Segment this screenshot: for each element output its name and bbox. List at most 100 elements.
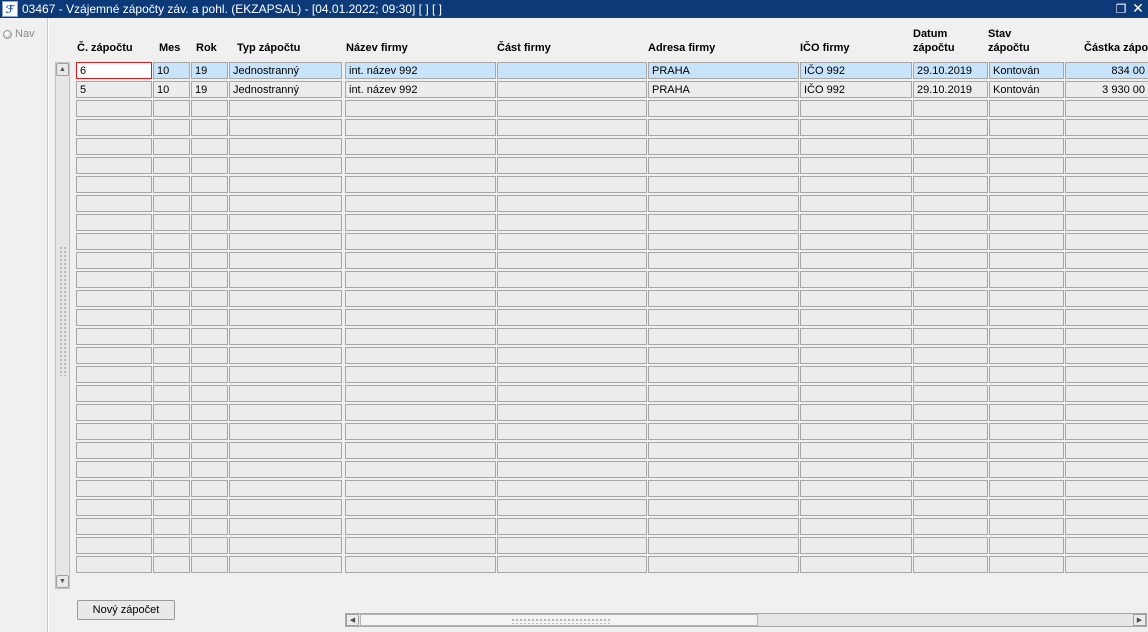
cell-adresa[interactable]: PRAHA — [648, 81, 799, 98]
cell-datum[interactable]: 29.10.2019 — [913, 62, 988, 79]
cell-cislo[interactable] — [76, 480, 152, 497]
cell-ico[interactable]: IČO 992 — [800, 81, 912, 98]
cell-ico[interactable] — [800, 252, 912, 269]
cell-datum[interactable] — [913, 119, 988, 136]
cell-typ[interactable] — [229, 556, 342, 573]
cell-adresa[interactable] — [648, 176, 799, 193]
cell-ico[interactable] — [800, 556, 912, 573]
scroll-up-icon[interactable]: ▲ — [56, 63, 69, 76]
cell-typ[interactable] — [229, 138, 342, 155]
cell-typ[interactable] — [229, 461, 342, 478]
cell-datum[interactable] — [913, 252, 988, 269]
cell-datum[interactable] — [913, 423, 988, 440]
vertical-scrollbar[interactable]: ▲ ▼ — [55, 62, 70, 589]
cell-nazev[interactable]: int. název 992 — [345, 81, 496, 98]
cell-stav[interactable] — [989, 385, 1064, 402]
cell-nazev[interactable] — [345, 480, 496, 497]
column-header-cast[interactable]: Část firmy — [497, 41, 607, 55]
cell-mes[interactable] — [153, 214, 190, 231]
cell-mes[interactable] — [153, 385, 190, 402]
cell-castka[interactable] — [1065, 461, 1148, 478]
cell-mes[interactable]: 10 — [153, 62, 190, 79]
cell-datum[interactable] — [913, 556, 988, 573]
cell-cast[interactable] — [497, 537, 647, 554]
cell-rok[interactable] — [191, 119, 228, 136]
cell-ico[interactable] — [800, 138, 912, 155]
cell-ico[interactable] — [800, 423, 912, 440]
cell-datum[interactable] — [913, 537, 988, 554]
cell-ico[interactable] — [800, 461, 912, 478]
cell-cislo[interactable] — [76, 233, 152, 250]
cell-rok[interactable]: 19 — [191, 81, 228, 98]
cell-typ[interactable] — [229, 271, 342, 288]
cell-ico[interactable] — [800, 480, 912, 497]
cell-cast[interactable] — [497, 176, 647, 193]
cell-nazev[interactable] — [345, 100, 496, 117]
cell-rok[interactable]: 19 — [191, 62, 228, 79]
cell-rok[interactable] — [191, 442, 228, 459]
cell-cast[interactable] — [497, 385, 647, 402]
column-header-adresa[interactable]: Adresa firmy — [648, 41, 758, 55]
cell-cast[interactable] — [497, 157, 647, 174]
cell-mes[interactable] — [153, 138, 190, 155]
cell-rok[interactable] — [191, 347, 228, 364]
cell-cislo[interactable] — [76, 404, 152, 421]
cell-castka[interactable] — [1065, 309, 1148, 326]
cell-cislo[interactable] — [76, 271, 152, 288]
cell-castka[interactable] — [1065, 138, 1148, 155]
cell-stav[interactable] — [989, 347, 1064, 364]
cell-cislo[interactable] — [76, 499, 152, 516]
cell-mes[interactable] — [153, 252, 190, 269]
scroll-down-icon[interactable]: ▼ — [56, 575, 69, 588]
cell-castka[interactable] — [1065, 195, 1148, 212]
cell-mes[interactable] — [153, 328, 190, 345]
cell-ico[interactable] — [800, 442, 912, 459]
cell-nazev[interactable] — [345, 556, 496, 573]
cell-ico[interactable] — [800, 537, 912, 554]
cell-adresa[interactable] — [648, 138, 799, 155]
cell-stav[interactable] — [989, 309, 1064, 326]
cell-stav[interactable] — [989, 233, 1064, 250]
cell-mes[interactable] — [153, 290, 190, 307]
cell-castka[interactable] — [1065, 100, 1148, 117]
cell-datum[interactable] — [913, 176, 988, 193]
cell-castka[interactable] — [1065, 499, 1148, 516]
cell-nazev[interactable] — [345, 290, 496, 307]
cell-adresa[interactable] — [648, 214, 799, 231]
cell-mes[interactable] — [153, 480, 190, 497]
cell-datum[interactable] — [913, 347, 988, 364]
cell-cislo[interactable] — [76, 423, 152, 440]
cell-cast[interactable] — [497, 290, 647, 307]
cell-mes[interactable] — [153, 309, 190, 326]
cell-cislo[interactable]: 6 — [76, 62, 152, 79]
cell-adresa[interactable] — [648, 366, 799, 383]
column-header-stav[interactable]: Stav zápočtu — [988, 27, 1098, 55]
cell-cislo[interactable] — [76, 328, 152, 345]
cell-stav[interactable] — [989, 556, 1064, 573]
cell-castka[interactable] — [1065, 366, 1148, 383]
cell-rok[interactable] — [191, 290, 228, 307]
cell-nazev[interactable] — [345, 309, 496, 326]
cell-nazev[interactable] — [345, 461, 496, 478]
cell-datum[interactable] — [913, 461, 988, 478]
cell-cislo[interactable] — [76, 119, 152, 136]
cell-mes[interactable] — [153, 461, 190, 478]
cell-datum[interactable] — [913, 366, 988, 383]
cell-stav[interactable] — [989, 290, 1064, 307]
cell-rok[interactable] — [191, 499, 228, 516]
cell-castka[interactable]: 3 930 00 — [1065, 81, 1148, 98]
cell-nazev[interactable] — [345, 423, 496, 440]
cell-cast[interactable] — [497, 138, 647, 155]
cell-stav[interactable] — [989, 119, 1064, 136]
cell-cast[interactable] — [497, 195, 647, 212]
column-header-castka[interactable]: Částka zápo — [1084, 41, 1148, 55]
cell-castka[interactable] — [1065, 214, 1148, 231]
cell-castka[interactable] — [1065, 271, 1148, 288]
cell-stav[interactable] — [989, 442, 1064, 459]
cell-datum[interactable] — [913, 404, 988, 421]
cell-ico[interactable] — [800, 195, 912, 212]
cell-stav[interactable]: Kontován — [989, 81, 1064, 98]
scroll-right-icon[interactable]: ▶ — [1133, 614, 1146, 626]
cell-rok[interactable] — [191, 309, 228, 326]
cell-stav[interactable] — [989, 328, 1064, 345]
